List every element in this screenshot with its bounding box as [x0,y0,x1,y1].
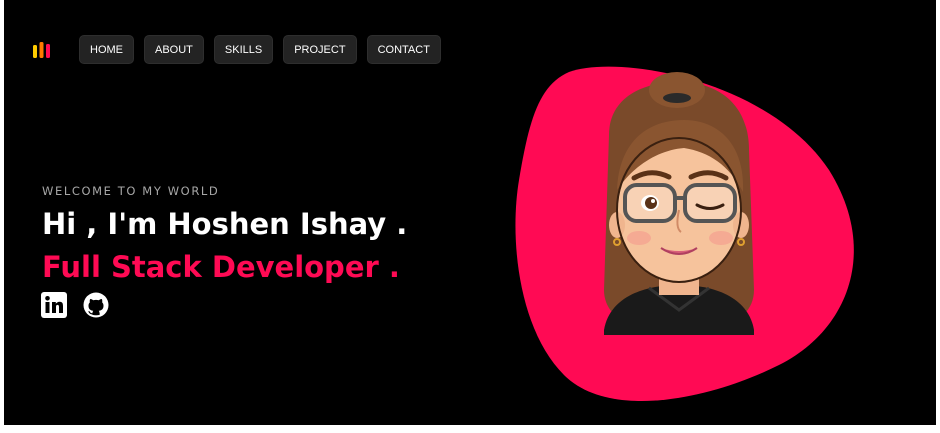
social-links [41,292,109,318]
logo-icon[interactable] [32,40,52,60]
nav-skills-button[interactable]: SKILLS [213,35,274,64]
nav-project-button[interactable]: PROJECT [283,35,357,64]
linkedin-icon[interactable] [41,292,67,318]
github-icon[interactable] [83,292,109,318]
hero-role: Full Stack Developer . [42,250,400,284]
avatar-illustration [604,72,754,335]
hero-headline: Hi , I'm Hoshen Ishay . [42,207,408,241]
nav-home-button[interactable]: HOME [79,35,134,64]
main-nav: HOME ABOUT SKILLS PROJECT CONTACT [79,35,441,64]
nav-about-button[interactable]: ABOUT [144,35,204,64]
welcome-text: WELCOME TO MY WORLD [42,184,220,198]
nav-contact-button[interactable]: CONTACT [366,35,441,64]
avatar-blob [515,66,854,402]
page-frame: HOME ABOUT SKILLS PROJECT CONTACT WELCOM… [4,0,936,425]
